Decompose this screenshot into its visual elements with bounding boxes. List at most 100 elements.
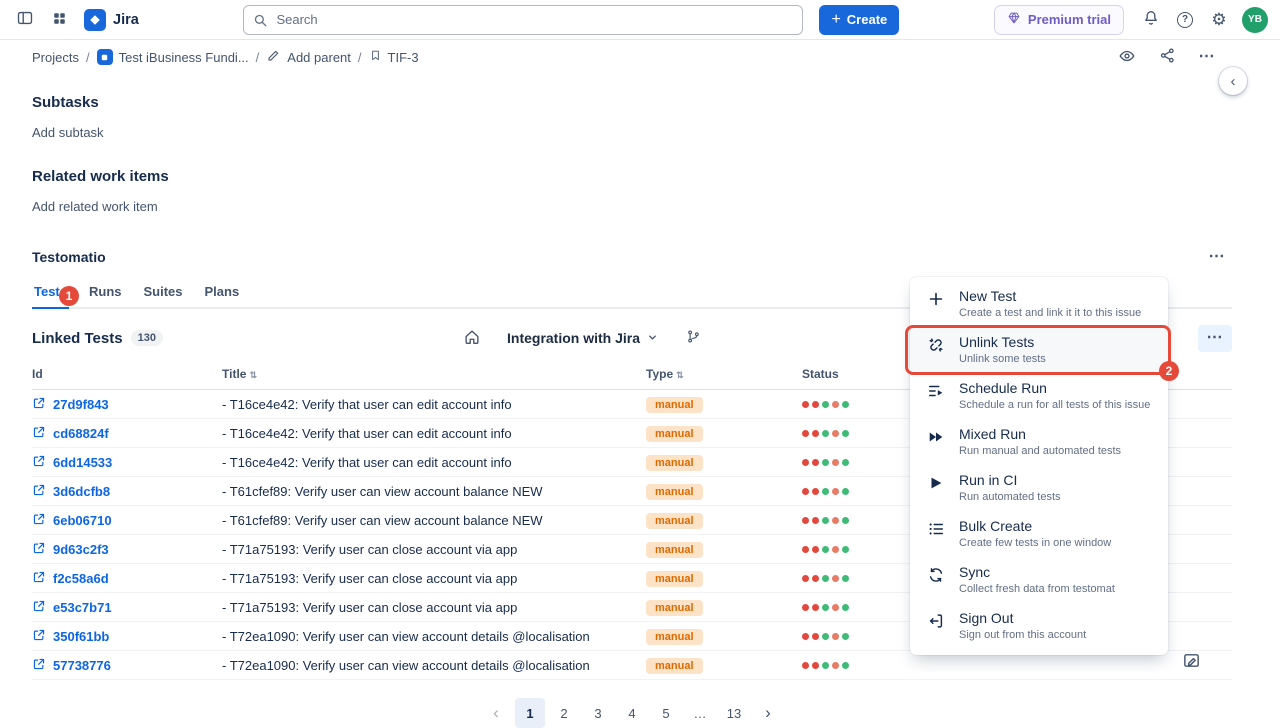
page-button-3[interactable]: 3	[583, 698, 613, 728]
status-dot	[822, 459, 829, 466]
bell-icon	[1142, 9, 1160, 30]
tab-runs[interactable]: Runs	[87, 284, 124, 309]
search-input[interactable]	[243, 5, 803, 35]
status-dot	[842, 604, 849, 611]
status-dot	[802, 633, 809, 640]
breadcrumb-issue-key[interactable]: TIF-3	[369, 49, 419, 65]
tab-tests[interactable]: Tests	[32, 284, 69, 309]
tab-suites[interactable]: Suites	[142, 284, 185, 309]
status-dot	[822, 488, 829, 495]
user-avatar[interactable]: YB	[1242, 7, 1268, 33]
status-dot	[842, 459, 849, 466]
status-dot	[842, 517, 849, 524]
jira-brand[interactable]: Jira	[84, 9, 139, 31]
branch-button[interactable]	[678, 323, 708, 353]
test-id-link[interactable]: cd68824f	[53, 426, 109, 441]
premium-trial-button[interactable]: Premium trial	[994, 5, 1124, 35]
chevron-left-icon: ‹	[493, 703, 499, 723]
breadcrumb-separator: /	[86, 50, 90, 65]
fast-forward-icon	[926, 428, 946, 446]
test-id-link[interactable]: f2c58a6d	[53, 571, 109, 586]
testomatio-more-button[interactable]: ⋯	[1202, 242, 1232, 272]
create-button[interactable]: + Create	[819, 5, 899, 35]
test-id-link[interactable]: 3d6dcfb8	[53, 484, 110, 499]
breadcrumb-separator: /	[256, 50, 260, 65]
add-subtask-button[interactable]: Add subtask	[32, 125, 104, 140]
menu-item-schedule-run[interactable]: Schedule RunSchedule a run for all tests…	[910, 374, 1168, 420]
ellipsis-icon: ⋯	[1209, 249, 1226, 265]
menu-item-sync[interactable]: SyncCollect fresh data from testomat	[910, 558, 1168, 604]
menu-item-label: Sign Out	[959, 609, 1086, 628]
watch-button[interactable]	[1112, 42, 1142, 72]
page-button-2[interactable]: 2	[549, 698, 579, 728]
status-dot	[832, 662, 839, 669]
test-id-link[interactable]: 9d63c2f3	[53, 542, 109, 557]
page-button-5[interactable]: 5	[651, 698, 681, 728]
plus-icon	[926, 290, 946, 308]
external-link-icon	[32, 541, 46, 558]
status-dot	[822, 517, 829, 524]
test-id-link[interactable]: 57738776	[53, 658, 111, 673]
sort-icon: ⇅	[249, 370, 257, 380]
status-dot	[832, 575, 839, 582]
test-id-link[interactable]: 350f61bb	[53, 629, 109, 644]
breadcrumb-projects[interactable]: Projects	[32, 50, 79, 65]
breadcrumb-project[interactable]: Test iBusiness Fundi...	[97, 49, 249, 65]
test-id-link[interactable]: e53c7b71	[53, 600, 112, 615]
page-button-1[interactable]: 1	[515, 698, 545, 728]
menu-item-new-test[interactable]: New TestCreate a test and link it it to …	[910, 282, 1168, 328]
breadcrumb-separator: /	[358, 50, 362, 65]
pencil-icon	[266, 48, 281, 66]
menu-item-unlink-tests[interactable]: Unlink TestsUnlink some tests	[910, 328, 1168, 374]
settings-button[interactable]: ⚙	[1204, 5, 1234, 35]
page-button-4[interactable]: 4	[617, 698, 647, 728]
previous-page-button[interactable]: ‹	[481, 698, 511, 728]
search-icon	[253, 13, 268, 28]
home-icon	[463, 328, 481, 349]
menu-item-mixed-run[interactable]: Mixed RunRun manual and automated tests	[910, 420, 1168, 466]
type-badge: manual	[646, 513, 703, 529]
menu-item-desc: Unlink some tests	[959, 353, 1046, 366]
pagination: ‹ 1 2 3 4 5 … 13 ›	[32, 698, 1232, 728]
help-button[interactable]: ?	[1170, 5, 1200, 35]
premium-trial-label: Premium trial	[1028, 12, 1111, 27]
pagination-ellipsis: …	[685, 698, 715, 728]
project-selector[interactable]: Integration with Jira	[501, 326, 664, 350]
linked-tests-more-button[interactable]: ⋯	[1198, 325, 1232, 352]
share-button[interactable]	[1152, 42, 1182, 72]
notifications-button[interactable]	[1136, 5, 1166, 35]
column-header-id: Id	[32, 367, 222, 381]
column-header-type[interactable]: Type⇅	[646, 367, 802, 381]
next-page-button[interactable]: ›	[753, 698, 783, 728]
tab-plans[interactable]: Plans	[203, 284, 242, 309]
external-link-icon	[32, 657, 46, 674]
collapse-panel-button[interactable]: ‹	[1219, 67, 1247, 95]
menu-item-desc: Run automated tests	[959, 491, 1061, 504]
chevron-left-icon: ‹	[1231, 73, 1236, 90]
ellipsis-icon: ⋯	[1199, 49, 1216, 65]
add-related-work-item-button[interactable]: Add related work item	[32, 199, 158, 214]
menu-item-run-in-ci[interactable]: Run in CIRun automated tests	[910, 466, 1168, 512]
status-dot	[832, 633, 839, 640]
menu-item-desc: Schedule a run for all tests of this iss…	[959, 399, 1150, 412]
feedback-button[interactable]	[1179, 650, 1203, 674]
test-id-link[interactable]: 27d9f843	[53, 397, 109, 412]
menu-item-sign-out[interactable]: Sign OutSign out from this account	[910, 604, 1168, 650]
sort-icon: ⇅	[676, 370, 684, 380]
test-id-link[interactable]: 6eb06710	[53, 513, 112, 528]
menu-item-bulk-create[interactable]: Bulk CreateCreate few tests in one windo…	[910, 512, 1168, 558]
home-button[interactable]	[457, 323, 487, 353]
add-parent-button[interactable]: Add parent	[266, 48, 351, 66]
column-header-title[interactable]: Title⇅	[222, 367, 646, 381]
status-dot	[832, 430, 839, 437]
issue-more-button[interactable]: ⋯	[1192, 42, 1222, 72]
status-dot	[832, 459, 839, 466]
unlink-icon	[926, 336, 946, 354]
test-id-link[interactable]: 6dd14533	[53, 455, 112, 470]
table-row[interactable]: 57738776 - T72ea1090: Verify user can vi…	[32, 651, 1232, 680]
page-button-13[interactable]: 13	[719, 698, 749, 728]
status-dot	[842, 488, 849, 495]
project-avatar-icon	[97, 49, 113, 65]
sidebar-toggle-button[interactable]	[10, 5, 40, 35]
app-switcher-button[interactable]	[44, 5, 74, 35]
